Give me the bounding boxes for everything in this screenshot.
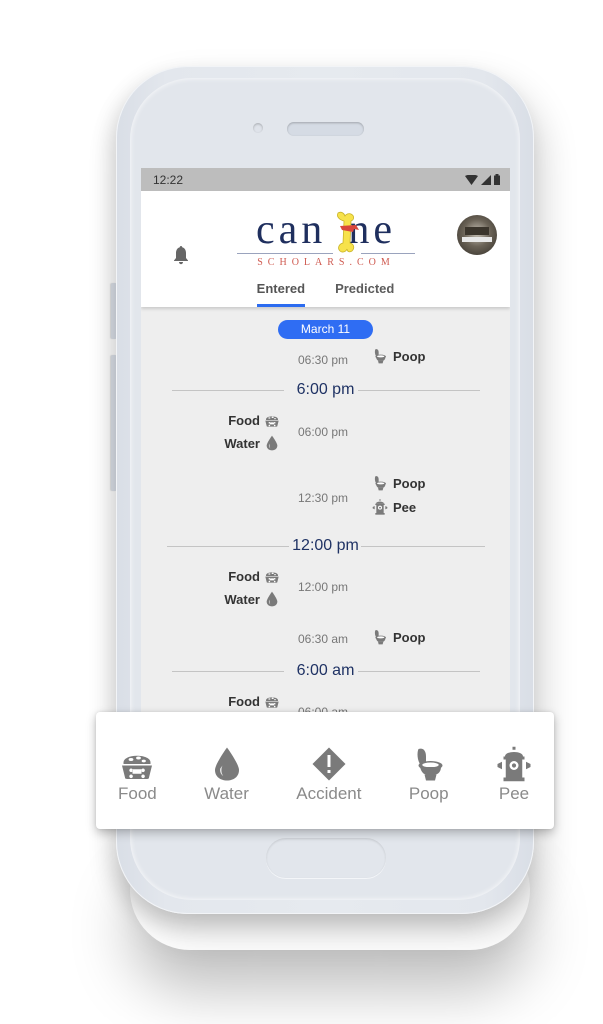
- bone-logo-icon: [337, 211, 359, 253]
- water-drop-icon: [264, 590, 280, 608]
- toilet-icon: [372, 474, 388, 492]
- water-drop-icon: [264, 434, 280, 452]
- logo-subtitle: SCHOLARS.COM: [257, 257, 395, 268]
- home-button[interactable]: [266, 838, 386, 878]
- wifi-icon: [465, 174, 478, 185]
- logo-wordmark: can ne: [256, 207, 396, 253]
- food-bowl-icon: [264, 411, 280, 429]
- bell-icon[interactable]: [173, 245, 189, 265]
- entry-time: 06:00 pm: [298, 425, 349, 439]
- battery-icon: [494, 174, 500, 185]
- app-header: can ne SCHOLARS.COM Entered Predicted: [141, 191, 510, 307]
- entry-time: 12:30 pm: [298, 491, 349, 505]
- status-icons: [465, 174, 500, 185]
- tab-entered[interactable]: Entered: [256, 273, 306, 307]
- earpiece-speaker: [287, 122, 364, 136]
- fire-hydrant-icon: [372, 498, 388, 516]
- log-pee-button[interactable]: Pee: [496, 712, 532, 829]
- food-bowl-icon: [264, 567, 280, 585]
- log-water-button[interactable]: Water: [204, 712, 249, 829]
- log-food-button[interactable]: Food: [118, 712, 157, 829]
- log-accident-button[interactable]: Accident: [296, 712, 361, 829]
- hour-label: 6:00 am: [296, 662, 355, 679]
- phone-screen: 12:22 can ne SCHOLARS.COM Entered Predic…: [141, 168, 510, 728]
- tab-predicted[interactable]: Predicted: [335, 273, 394, 307]
- timeline-event-food[interactable]: Food: [228, 411, 280, 429]
- timeline-event-water[interactable]: Water: [224, 590, 280, 608]
- toilet-icon: [372, 347, 388, 365]
- toilet-icon: [372, 628, 388, 646]
- entry-time: 06:30 am: [298, 632, 349, 646]
- logo-rule-left: [237, 253, 333, 254]
- fire-hydrant-icon: [496, 746, 532, 782]
- hour-divider: 12:00 pm: [141, 536, 510, 556]
- timeline-event-poop[interactable]: Poop: [372, 474, 426, 492]
- hour-label: 6:00 pm: [296, 381, 355, 398]
- timeline-event-water[interactable]: Water: [224, 434, 280, 452]
- food-bowl-icon: [119, 746, 155, 782]
- entry-time: 12:00 pm: [298, 580, 349, 594]
- hour-divider: 6:00 am: [141, 661, 510, 681]
- log-event-toolbar: Food Water Accident Poop Pee: [96, 712, 554, 829]
- tab-bar: Entered Predicted: [141, 273, 510, 307]
- timeline-event-food[interactable]: Food: [228, 692, 280, 710]
- status-bar: 12:22: [141, 168, 510, 191]
- water-drop-icon: [209, 746, 245, 782]
- timeline: March 11 06:30 pm Poop 6:00 pm Food Wate…: [141, 307, 510, 728]
- date-badge: March 11: [278, 320, 373, 339]
- log-poop-button[interactable]: Poop: [409, 712, 449, 829]
- timeline-event-poop[interactable]: Poop: [372, 628, 426, 646]
- timeline-event-food[interactable]: Food: [228, 567, 280, 585]
- toilet-icon: [411, 746, 447, 782]
- front-camera: [253, 123, 263, 133]
- timeline-event-poop[interactable]: Poop: [372, 347, 426, 365]
- warning-diamond-icon: [311, 746, 347, 782]
- avatar[interactable]: [457, 215, 497, 255]
- status-time: 12:22: [153, 172, 184, 187]
- signal-icon: [481, 174, 491, 185]
- hour-label: 12:00 pm: [292, 537, 359, 554]
- canine-scholars-logo: can ne SCHOLARS.COM: [237, 207, 415, 268]
- timeline-event-pee[interactable]: Pee: [372, 498, 416, 516]
- logo-rule-right: [361, 253, 415, 254]
- food-bowl-icon: [264, 692, 280, 710]
- entry-time: 06:30 pm: [298, 353, 349, 367]
- hour-divider: 6:00 pm: [141, 380, 510, 400]
